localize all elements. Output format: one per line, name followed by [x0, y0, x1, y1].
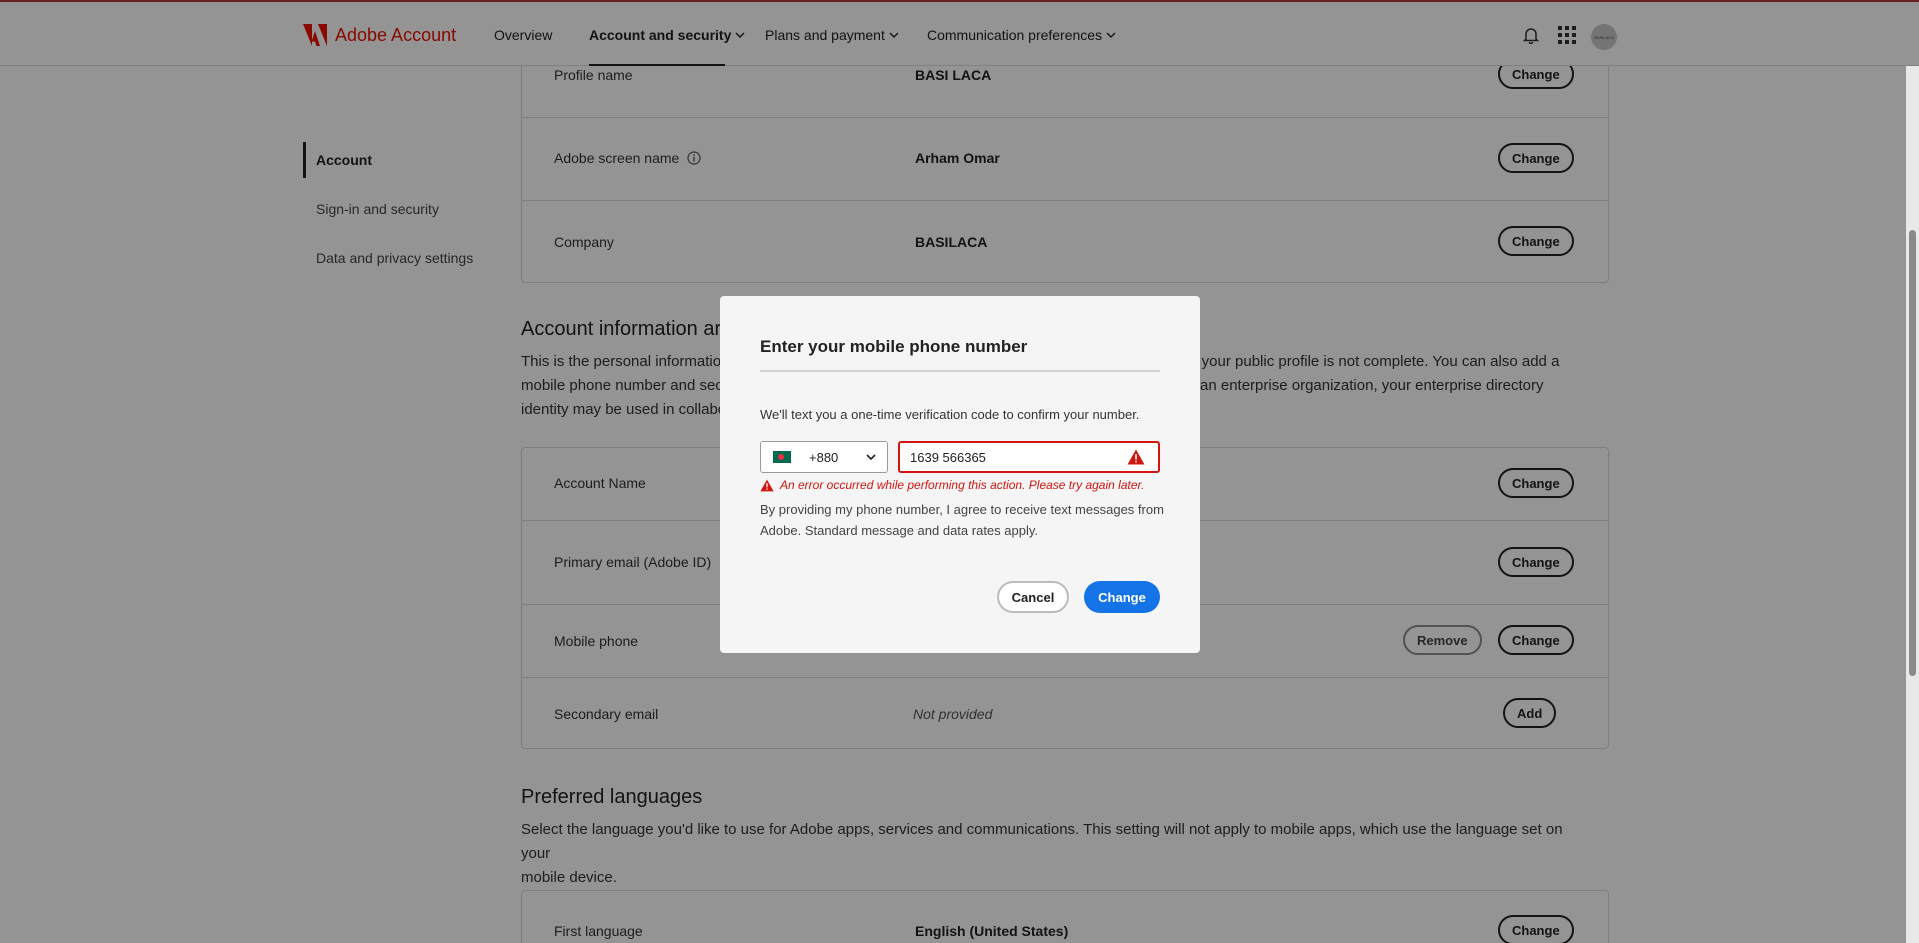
warning-icon: [760, 479, 774, 491]
phone-number-input[interactable]: [898, 441, 1160, 473]
change-button[interactable]: Change: [1084, 581, 1160, 613]
dialog-divider: [760, 370, 1160, 372]
country-code-value: +880: [809, 449, 839, 465]
cancel-button[interactable]: Cancel: [997, 581, 1069, 613]
error-text: An error occurred while performing this …: [780, 478, 1145, 492]
warning-icon: [1127, 449, 1145, 465]
dialog-description: We'll text you a one-time verification c…: [760, 407, 1140, 422]
phone-error-message: An error occurred while performing this …: [760, 478, 1144, 492]
bangladesh-flag-icon: [773, 451, 791, 463]
country-code-select[interactable]: +880: [760, 441, 888, 473]
chevron-down-icon: [866, 454, 876, 461]
scrollbar-thumb[interactable]: [1909, 230, 1916, 676]
page-scrollbar[interactable]: [1906, 66, 1919, 943]
consent-text: By providing my phone number, I agree to…: [760, 502, 1164, 538]
phone-number-dialog: Enter your mobile phone number We'll tex…: [720, 296, 1200, 653]
dialog-title: Enter your mobile phone number: [760, 337, 1028, 356]
